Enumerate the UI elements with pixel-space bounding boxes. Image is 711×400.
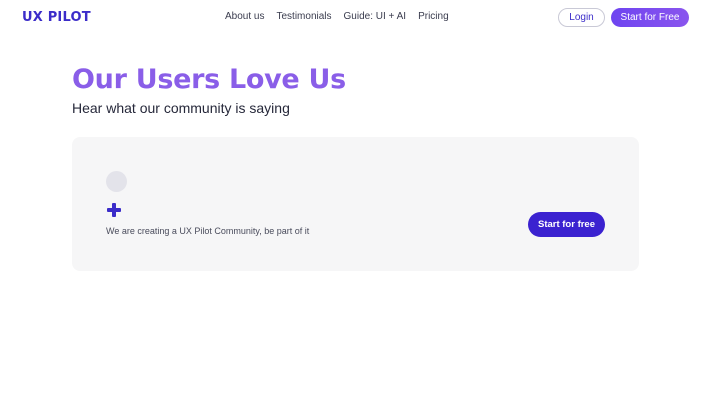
login-button[interactable]: Login <box>558 8 605 27</box>
logo[interactable]: UX PILOT <box>22 10 91 25</box>
plus-icon <box>107 203 121 217</box>
community-text: We are creating a UX Pilot Community, be… <box>106 226 310 236</box>
community-card: We are creating a UX Pilot Community, be… <box>72 137 639 271</box>
nav-link-guide[interactable]: Guide: UI + AI <box>344 11 407 22</box>
avatar-placeholder-icon <box>106 171 127 192</box>
nav-link-pricing[interactable]: Pricing <box>418 11 449 22</box>
page-title: Our Users Love Us <box>72 64 346 95</box>
nav-link-testimonials[interactable]: Testimonials <box>276 11 331 22</box>
card-start-for-free-button[interactable]: Start for free <box>528 212 605 237</box>
start-for-free-button[interactable]: Start for Free <box>611 8 689 27</box>
main-nav: About us Testimonials Guide: UI + AI Pri… <box>225 11 461 22</box>
nav-link-about-us[interactable]: About us <box>225 11 264 22</box>
page-subtitle: Hear what our community is saying <box>72 100 290 116</box>
header: UX PILOT About us Testimonials Guide: UI… <box>0 0 711 36</box>
page: UX PILOT About us Testimonials Guide: UI… <box>0 0 711 400</box>
